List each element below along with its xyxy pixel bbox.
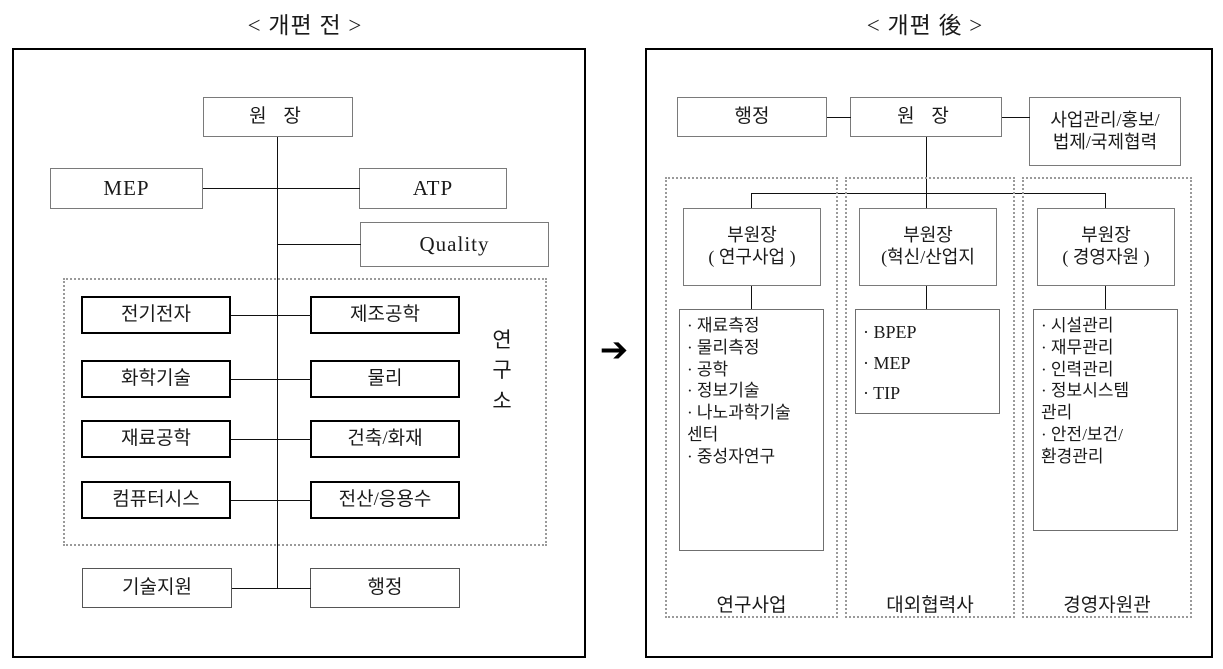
left-line-row3 xyxy=(231,439,311,440)
left-node-atp[interactable]: ATP xyxy=(359,168,507,209)
left-line-row1 xyxy=(231,315,311,316)
list-item: · 시설관리 xyxy=(1041,316,1114,335)
list-item: · 재료측정 xyxy=(687,316,760,335)
left-node-mep[interactable]: MEP xyxy=(50,168,203,209)
left-node-mep-label: MEP xyxy=(103,176,150,201)
right-deputy-research-line2: ( 연구사업 ) xyxy=(708,247,796,267)
list-item: · TIP xyxy=(863,383,901,404)
list-item: · 인력관리 xyxy=(1041,359,1114,379)
left-dept-physics[interactable]: 물리 xyxy=(310,360,460,398)
right-deputy-management[interactable]: 부원장 ( 경영자원 ) xyxy=(1037,208,1175,286)
right-line-admin-director xyxy=(827,117,851,118)
arrow-glyph: ➔ xyxy=(599,330,629,370)
list-item: · MEP xyxy=(863,352,911,373)
left-line-bottom xyxy=(232,588,311,589)
left-line-atp xyxy=(277,188,360,189)
left-line-row4 xyxy=(231,500,311,501)
left-line-row2 xyxy=(231,379,311,380)
list-item: · 나노과학기술 xyxy=(687,403,791,422)
left-dept-computer-systems-label: 컴퓨터시스 xyxy=(112,489,200,511)
right-line-deputy-list-col1 xyxy=(751,286,752,309)
list-item: 센터 xyxy=(687,424,719,444)
left-dept-computer-systems[interactable]: 컴퓨터시스 xyxy=(81,481,231,519)
right-caption-management: 경영자원관 xyxy=(1063,595,1151,616)
left-node-admin[interactable]: 행정 xyxy=(310,568,460,608)
left-dept-electrical[interactable]: 전기전자 xyxy=(81,296,231,334)
right-deputy-management-line2: ( 경영자원 ) xyxy=(1062,247,1150,267)
left-line-mep xyxy=(203,188,278,189)
right-list-research[interactable]: · 재료측정 · 물리측정 · 공학 · 정보기술 · 나노과학기술 센터 · … xyxy=(679,309,824,551)
left-director-box[interactable]: 원 장 xyxy=(203,97,353,137)
left-dept-manufacturing-label: 제조공학 xyxy=(350,304,420,326)
left-dept-physics-label: 물리 xyxy=(367,368,403,390)
list-item: 환경관리 xyxy=(1041,446,1104,466)
left-node-admin-label: 행정 xyxy=(367,577,403,599)
left-dept-manufacturing[interactable]: 제조공학 xyxy=(310,296,460,334)
right-node-staff-office[interactable]: 사업관리/홍보/ 법제/국제협력 xyxy=(1029,97,1181,166)
list-item: · 물리측정 xyxy=(687,337,760,357)
right-list-management[interactable]: · 시설관리 · 재무관리 · 인력관리 · 정보시스템 관리 · 안전/보건/… xyxy=(1033,309,1178,531)
left-dept-building-fire[interactable]: 건축/화재 xyxy=(310,420,460,458)
left-dept-building-fire-label: 건축/화재 xyxy=(347,428,423,450)
left-dept-electrical-label: 전기전자 xyxy=(121,304,191,326)
vertical-char-1: 연 xyxy=(492,328,512,352)
right-line-deputy-list-col3 xyxy=(1105,286,1106,309)
left-director-label: 원 장 xyxy=(249,106,307,128)
diagram-canvas: < 개편 전 > 원 장 MEP ATP Quality 연 구 소 전기전자 … xyxy=(0,0,1223,669)
left-dept-chemical[interactable]: 화학기술 xyxy=(81,360,231,398)
right-panel-title: < 개편 後 > xyxy=(866,13,984,38)
list-item: · 정보기술 xyxy=(687,381,760,401)
list-item: · 재무관리 xyxy=(1041,337,1114,357)
vertical-char-2: 구 xyxy=(492,358,512,383)
left-dept-chemical-label: 화학기술 xyxy=(121,368,191,390)
left-node-quality-label: Quality xyxy=(419,232,490,257)
list-item: · 중성자연구 xyxy=(687,446,776,466)
right-deputy-innovation-line1: 부원장 xyxy=(903,225,953,246)
right-list-innovation[interactable]: · BPEP · MEP · TIP xyxy=(855,309,1000,414)
right-deputy-innovation[interactable]: 부원장 (혁신/산업지 xyxy=(859,208,997,286)
list-item: 관리 xyxy=(1041,403,1073,422)
right-node-admin-label: 행정 xyxy=(734,106,770,128)
right-node-admin[interactable]: 행정 xyxy=(677,97,827,137)
list-item: · 안전/보건/ xyxy=(1041,424,1123,444)
right-caption-research: 연구사업 xyxy=(716,595,787,616)
right-deputy-innovation-line2: (혁신/산업지 xyxy=(881,247,975,267)
right-line-deputy-list-col2 xyxy=(926,286,927,309)
left-dept-materials[interactable]: 재료공학 xyxy=(81,420,231,458)
right-deputy-research[interactable]: 부원장 ( 연구사업 ) xyxy=(683,208,821,286)
right-director-label: 원 장 xyxy=(897,106,955,128)
right-caption-innovation: 대외협력사 xyxy=(886,595,974,616)
left-institute-vertical-label: 연 구 소 xyxy=(484,325,520,485)
left-panel-title: < 개편 전 > xyxy=(247,13,363,38)
right-deputy-management-line1: 부원장 xyxy=(1081,225,1131,246)
left-node-quality[interactable]: Quality xyxy=(360,222,549,267)
left-node-tech-support[interactable]: 기술지원 xyxy=(82,568,232,608)
left-node-atp-label: ATP xyxy=(412,176,454,201)
left-dept-computing-applied-math[interactable]: 전산/응용수 xyxy=(310,481,460,519)
vertical-char-3: 소 xyxy=(492,388,512,413)
left-dept-materials-label: 재료공학 xyxy=(121,428,191,450)
left-line-quality xyxy=(277,244,361,245)
list-item: · 공학 xyxy=(687,359,729,379)
left-node-tech-support-label: 기술지원 xyxy=(122,577,192,599)
list-item: · BPEP xyxy=(863,322,917,342)
right-director-box[interactable]: 원 장 xyxy=(850,97,1002,137)
list-item: · 정보시스템 xyxy=(1041,381,1130,401)
transition-arrow-icon: ➔ xyxy=(592,330,636,370)
right-node-staff-office-line2: 법제/국제협력 xyxy=(1052,131,1158,152)
right-deputy-research-line1: 부원장 xyxy=(727,225,777,246)
right-node-staff-office-line1: 사업관리/홍보/ xyxy=(1050,109,1160,130)
right-line-director-staff xyxy=(1002,117,1030,118)
left-dept-computing-applied-math-label: 전산/응용수 xyxy=(338,489,432,511)
